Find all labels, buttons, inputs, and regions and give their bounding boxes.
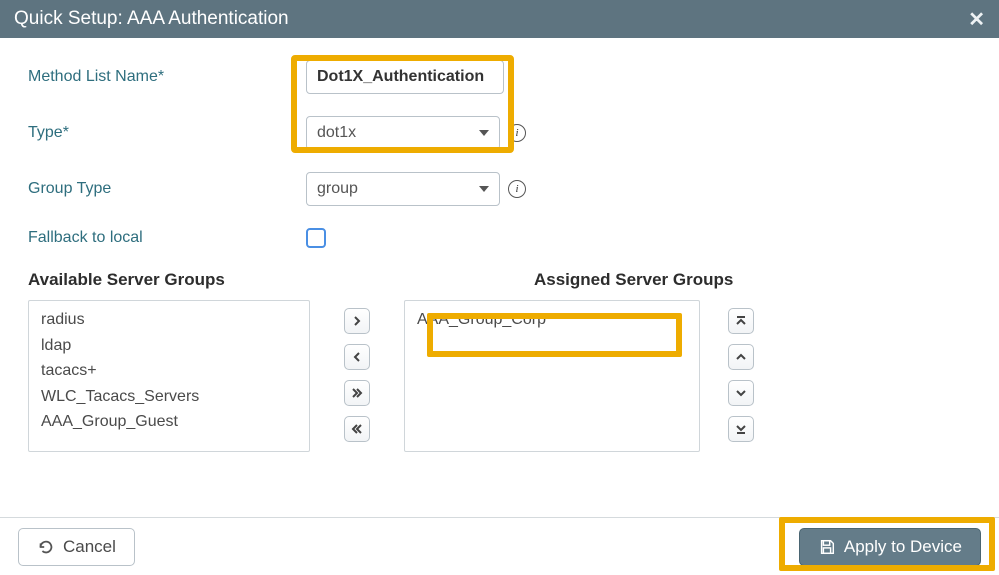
modal-content: Method List Name* Type* dot1x i Group Ty… (0, 38, 999, 462)
list-item[interactable]: WLC_Tacacs_Servers (41, 384, 297, 410)
info-icon[interactable]: i (508, 180, 526, 198)
label-fallback: Fallback to local (28, 229, 306, 247)
move-all-right-button[interactable] (344, 380, 370, 406)
row-fallback: Fallback to local (28, 228, 971, 248)
chevron-right-icon (351, 315, 363, 327)
modal-titlebar: Quick Setup: AAA Authentication ✕ (0, 0, 999, 38)
info-icon[interactable]: i (508, 124, 526, 142)
move-up-button[interactable] (728, 344, 754, 370)
group-type-select-value: group (317, 180, 479, 198)
label-assigned-groups: Assigned Server Groups (458, 270, 733, 290)
list-item[interactable]: radius (41, 307, 297, 333)
modal-title: Quick Setup: AAA Authentication (14, 8, 289, 30)
label-group-type: Group Type (28, 180, 306, 198)
type-select[interactable]: dot1x (306, 116, 500, 150)
chevron-down-icon (735, 387, 747, 399)
list-item[interactable]: AAA_Group_Guest (41, 409, 297, 435)
double-chevron-right-icon (351, 387, 363, 399)
caret-down-icon (479, 186, 489, 192)
list-item[interactable]: AAA_Group_Corp (417, 307, 687, 333)
list-item[interactable]: ldap (41, 333, 297, 359)
move-right-button[interactable] (344, 308, 370, 334)
row-method-list-name: Method List Name* (28, 60, 971, 94)
move-buttons (344, 300, 370, 442)
assigned-groups-listbox[interactable]: AAA_Group_Corp (404, 300, 700, 452)
cancel-button-label: Cancel (63, 537, 116, 557)
label-available-groups: Available Server Groups (28, 270, 458, 290)
apply-button[interactable]: Apply to Device (799, 528, 981, 566)
move-top-button[interactable] (728, 308, 754, 334)
move-all-left-button[interactable] (344, 416, 370, 442)
list-item[interactable]: tacacs+ (41, 358, 297, 384)
dual-list: radius ldap tacacs+ WLC_Tacacs_Servers A… (28, 300, 971, 452)
chevron-left-icon (351, 351, 363, 363)
label-type: Type* (28, 124, 306, 142)
cancel-button[interactable]: Cancel (18, 528, 135, 566)
row-group-type: Group Type group i (28, 172, 971, 206)
save-icon (818, 538, 836, 556)
method-list-name-input[interactable] (306, 60, 504, 94)
dual-list-header: Available Server Groups Assigned Server … (28, 270, 971, 290)
apply-button-label: Apply to Device (844, 537, 962, 557)
close-icon[interactable]: ✕ (968, 7, 985, 32)
order-buttons (728, 300, 754, 442)
chevron-top-icon (735, 315, 747, 327)
fallback-checkbox[interactable] (306, 228, 326, 248)
modal-footer: Cancel Apply to Device (0, 517, 999, 575)
row-type: Type* dot1x i (28, 116, 971, 150)
move-down-button[interactable] (728, 380, 754, 406)
undo-icon (37, 538, 55, 556)
type-select-value: dot1x (317, 124, 479, 142)
chevron-bottom-icon (735, 423, 747, 435)
available-groups-listbox[interactable]: radius ldap tacacs+ WLC_Tacacs_Servers A… (28, 300, 310, 452)
double-chevron-left-icon (351, 423, 363, 435)
move-bottom-button[interactable] (728, 416, 754, 442)
move-left-button[interactable] (344, 344, 370, 370)
chevron-up-icon (735, 351, 747, 363)
caret-down-icon (479, 130, 489, 136)
label-method-list-name: Method List Name* (28, 68, 306, 86)
group-type-select[interactable]: group (306, 172, 500, 206)
